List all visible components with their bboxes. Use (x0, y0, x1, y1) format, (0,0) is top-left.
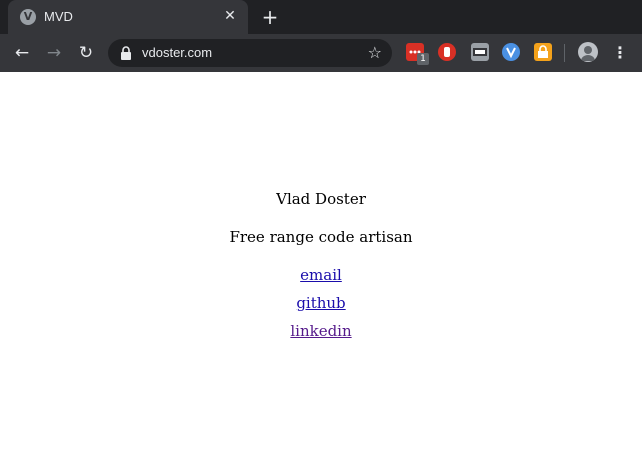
email-link[interactable]: email (300, 266, 342, 284)
reload-icon[interactable]: ↻ (74, 41, 98, 65)
browser-tab[interactable]: V MVD ✕ (8, 0, 248, 34)
extension-badge: 1 (417, 53, 429, 65)
extension-icon-lock[interactable] (534, 43, 552, 61)
toolbar-separator (564, 44, 565, 62)
new-tab-button[interactable]: + (258, 5, 282, 29)
menu-icon[interactable]: ⋮ (612, 41, 628, 65)
github-link[interactable]: github (296, 294, 345, 312)
url-text: vdoster.com (142, 45, 213, 60)
forward-arrow-icon[interactable]: → (42, 41, 66, 65)
user-avatar-icon[interactable] (578, 42, 598, 62)
extension-icon-vimium[interactable] (502, 43, 520, 61)
linkedin-link-row: linkedin (0, 322, 642, 340)
back-arrow-icon[interactable]: ← (10, 41, 34, 65)
browser-toolbar: ← → ↻ vdoster.com ☆ ⋮ (0, 34, 642, 72)
extension-icon-adblock[interactable] (438, 43, 456, 61)
tagline: Free range code artisan (229, 228, 413, 246)
author-name: Vlad Doster (276, 190, 366, 208)
tab-favicon-icon: V (20, 9, 36, 25)
github-link-row: github (0, 294, 642, 312)
email-link-row: email (0, 266, 642, 284)
lock-icon (121, 46, 131, 60)
web-page: Vlad Doster Free range code artisan emai… (0, 72, 642, 460)
tab-strip: V MVD ✕ + (0, 0, 642, 34)
close-tab-icon[interactable]: ✕ (222, 8, 238, 24)
extension-icon-dsp[interactable] (471, 43, 489, 61)
tab-title: MVD (44, 9, 73, 24)
address-bar[interactable]: vdoster.com ☆ (108, 39, 392, 67)
bookmark-star-icon[interactable]: ☆ (368, 43, 382, 62)
linkedin-link[interactable]: linkedin (290, 322, 351, 340)
